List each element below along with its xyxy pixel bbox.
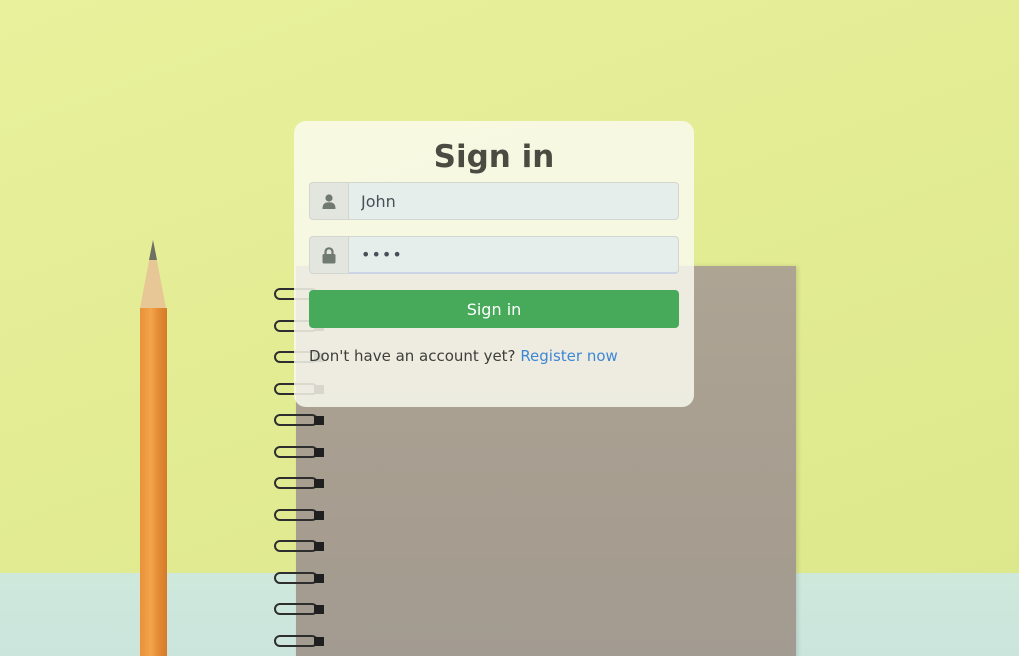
pencil-lead xyxy=(149,240,157,260)
spiral-ring xyxy=(274,571,318,584)
login-title: Sign in xyxy=(433,139,555,175)
user-icon xyxy=(309,182,348,220)
spiral-hole xyxy=(314,447,324,457)
spiral-hole xyxy=(314,510,324,520)
pencil-image xyxy=(140,308,167,656)
spiral-ring xyxy=(274,603,318,615)
background-scene: Sign in Sign in Don't have an account y xyxy=(0,0,1019,656)
password-input[interactable] xyxy=(348,236,679,274)
spiral-ring xyxy=(274,540,318,552)
spiral-hole xyxy=(314,636,324,646)
spiral-ring xyxy=(274,508,318,521)
spiral-hole xyxy=(314,542,324,551)
login-card: Sign in Sign in Don't have an account y xyxy=(294,121,694,407)
lock-icon xyxy=(309,236,348,274)
spiral-ring xyxy=(274,414,318,426)
spiral-ring xyxy=(274,634,318,647)
spiral-hole xyxy=(314,573,324,583)
sign-in-button[interactable]: Sign in xyxy=(309,290,679,328)
register-link[interactable]: Register now xyxy=(520,347,617,365)
username-input[interactable] xyxy=(348,182,679,220)
password-input-group xyxy=(309,236,679,274)
register-prompt: Don't have an account yet? Register now xyxy=(309,347,618,365)
spiral-ring xyxy=(274,477,318,489)
spiral-hole xyxy=(314,416,324,425)
username-input-group xyxy=(309,182,679,220)
spiral-ring xyxy=(274,445,318,458)
spiral-hole xyxy=(314,605,324,614)
spiral-hole xyxy=(314,479,324,488)
register-prompt-text: Don't have an account yet? xyxy=(309,347,516,365)
